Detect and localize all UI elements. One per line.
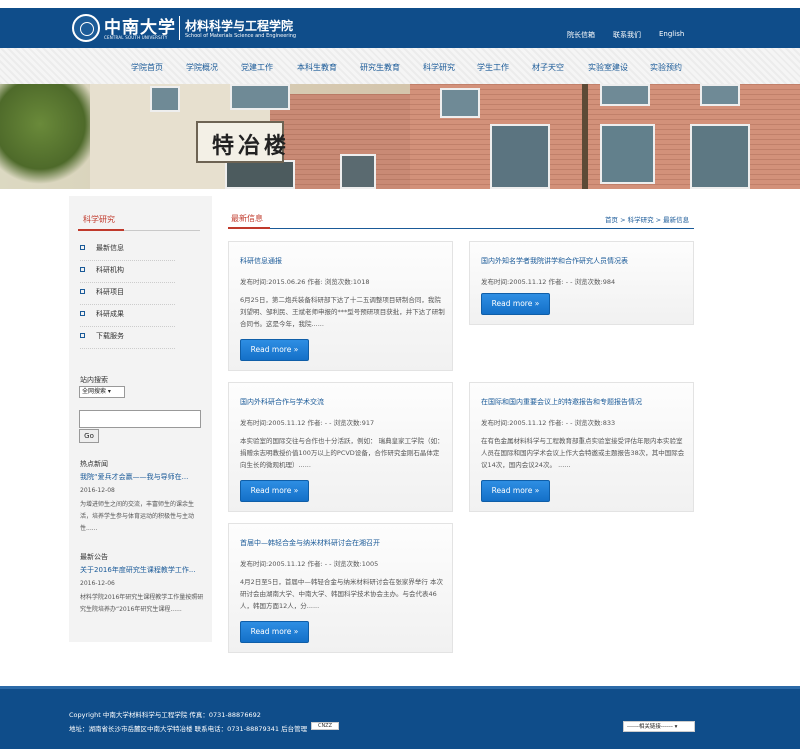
read-more-button[interactable]: Read more »: [481, 480, 550, 502]
main-title-accent: [228, 227, 270, 229]
nav-item-student[interactable]: 学生工作: [477, 62, 509, 73]
sidebar-item-projects[interactable]: 科研项目: [80, 285, 175, 305]
news-card-meta: 发布时间:2005.11.12 作者: - - 浏览次数:984: [481, 278, 616, 286]
nav-item-home[interactable]: 学院首页: [131, 62, 163, 73]
hot-news-date: 2016-12-08: [80, 487, 115, 494]
news-card: 科研信息通报 发布时间:2015.06.26 作者: 浏览次数:1018 6月2…: [228, 241, 453, 371]
search-scope-select[interactable]: 全网搜索 ▾: [79, 386, 125, 398]
news-card-title[interactable]: 国内外科研合作与学术交流: [240, 397, 324, 407]
related-links-value: ------相关链接------: [627, 724, 673, 730]
university-logo-en: CENTRAL SOUTH UNIVERSITY: [104, 35, 168, 40]
read-more-button[interactable]: Read more »: [240, 621, 309, 643]
sidebar-item-latest[interactable]: 最新信息: [80, 241, 175, 261]
notice-date: 2016-12-06: [80, 580, 115, 587]
nav-item-research[interactable]: 科学研究: [423, 62, 455, 73]
news-card: 首届中—韩轻合金与纳米材料研讨会在湘召开 发布时间:2005.11.12 作者:…: [228, 523, 453, 653]
college-name-en: School of Materials Science and Engineer…: [185, 33, 297, 39]
news-card-meta: 发布时间:2005.11.12 作者: - - 浏览次数:917: [240, 419, 375, 427]
news-card: 在国际和国内重要会议上的特邀报告和专题报告情况 发布时间:2005.11.12 …: [469, 382, 694, 512]
news-card-title[interactable]: 科研信息通报: [240, 256, 282, 266]
news-card-meta: 发布时间:2005.11.12 作者: - - 浏览次数:1005: [240, 560, 379, 568]
nav-item-graduate[interactable]: 研究生教育: [360, 62, 400, 73]
site-header: 中南大学 CENTRAL SOUTH UNIVERSITY 材料科学与工程学院 …: [0, 8, 800, 48]
nav-item-undergrad[interactable]: 本科生教育: [297, 62, 337, 73]
main-title-line: [228, 228, 694, 229]
top-band: [0, 0, 800, 8]
hot-news-desc: 为增进师生之间的交流，丰富师生的课余生活，培养学生参与体育运动的积极性与主动性.…: [80, 501, 195, 532]
search-go-button[interactable]: Go: [79, 429, 99, 443]
hot-news-title: 热点新闻: [80, 460, 108, 468]
read-more-button[interactable]: Read more »: [240, 339, 309, 361]
notice-desc: 材料学院2016年研究生课程教学工作量按照研究生院培养办“2016年研究生课程.…: [80, 594, 204, 613]
site-search-label: 站内搜索: [80, 376, 108, 384]
building-sign-text: 特冶楼: [212, 133, 291, 159]
news-card: 国内外科研合作与学术交流 发布时间:2005.11.12 作者: - - 浏览次…: [228, 382, 453, 512]
news-card-meta: 发布时间:2005.11.12 作者: - - 浏览次数:833: [481, 419, 616, 427]
sidebar-item-institutes[interactable]: 科研机构: [80, 263, 175, 283]
contact-us-link[interactable]: 联系我们: [613, 30, 641, 40]
sidebar-item-achievements[interactable]: 科研成果: [80, 307, 175, 327]
english-link[interactable]: English: [659, 30, 684, 38]
bullet-icon: [80, 245, 85, 250]
notice-title: 最新公告: [80, 553, 108, 561]
logo-divider: [179, 16, 180, 40]
news-card: 国内外知名学者我院讲学和合作研究人员情况表 发布时间:2005.11.12 作者…: [469, 241, 694, 325]
sidebar-item-label: 下载服务: [96, 332, 124, 340]
cnzz-badge[interactable]: CNZZ: [311, 722, 339, 730]
banner-image: [0, 84, 800, 189]
news-card-meta: 发布时间:2015.06.26 作者: 浏览次数:1018: [240, 278, 370, 286]
search-scope-value: 全网搜索: [82, 388, 107, 395]
sidebar-item-label: 科研成果: [96, 310, 124, 318]
breadcrumb[interactable]: 首页 > 科学研究 > 最新信息: [605, 214, 689, 224]
college-name[interactable]: 材料科学与工程学院: [185, 17, 293, 34]
news-card-desc: 6月25日，第二炮兵装备科研部下达了十二五调整项目研制合同，我院刘望明、邹利民、…: [240, 296, 445, 328]
sidebar-title-accent: [78, 229, 124, 231]
sidebar-item-downloads[interactable]: 下载服务: [80, 329, 175, 349]
site-footer: [0, 689, 800, 749]
hot-news-link[interactable]: 我院“爱兵才会赢——我与导师在...: [80, 472, 200, 482]
news-card-title[interactable]: 国内外知名学者我院讲学和合作研究人员情况表: [481, 256, 628, 266]
sidebar-title: 科学研究: [83, 215, 115, 224]
nav-item-sky[interactable]: 材子天空: [532, 62, 564, 73]
bullet-icon: [80, 267, 85, 272]
footer-address: 地址：湖南省长沙市岳麓区中南大学特冶楼 联系电话：0731-88879341 后…: [69, 725, 308, 733]
nav-item-lab-booking[interactable]: 实验预约: [650, 62, 682, 73]
search-input[interactable]: [79, 410, 201, 428]
bullet-icon: [80, 311, 85, 316]
main-section-title: 最新信息: [231, 214, 263, 223]
dean-mailbox-link[interactable]: 院长信箱: [567, 30, 595, 40]
news-card-title[interactable]: 在国际和国内重要会议上的特邀报告和专题报告情况: [481, 397, 642, 407]
notice-link[interactable]: 关于2016年度研究生课程教学工作...: [80, 565, 200, 575]
news-card-desc: 4月2日至5日，首届中—韩轻合金与纳米材料研讨会在张家界举行 本次研讨会由湖南大…: [240, 578, 443, 610]
news-card-desc: 本实验室的国际交往与合作也十分活跃，例如： 瑞典皇家工学院（如：捐赠余志明教授价…: [240, 437, 444, 469]
footer-copyright: Copyright 中南大学材料科学与工程学院 传真：0731-88876692: [69, 711, 261, 719]
bullet-icon: [80, 289, 85, 294]
sidebar-item-label: 科研项目: [96, 288, 124, 296]
read-more-button[interactable]: Read more »: [481, 293, 550, 315]
bullet-icon: [80, 333, 85, 338]
news-card-title[interactable]: 首届中—韩轻合金与纳米材料研讨会在湘召开: [240, 538, 380, 548]
related-links-select[interactable]: ------相关链接------ ▾: [623, 721, 695, 732]
nav-item-party[interactable]: 党建工作: [241, 62, 273, 73]
read-more-button[interactable]: Read more »: [240, 480, 309, 502]
university-seal-icon: [72, 14, 100, 42]
sidebar-item-label: 最新信息: [96, 244, 124, 252]
nav-item-overview[interactable]: 学院概况: [186, 62, 218, 73]
news-card-desc: 在有色金属材料科学与工程教育部重点实验室接受评估年限内本实验室人员在国际和国内学…: [481, 437, 685, 469]
nav-item-lab-building[interactable]: 实验室建设: [588, 62, 628, 73]
sidebar-item-label: 科研机构: [96, 266, 124, 274]
